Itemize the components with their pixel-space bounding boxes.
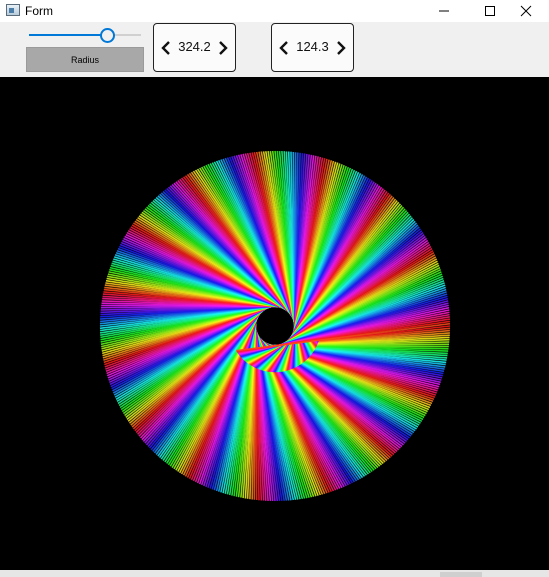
drawing-canvas[interactable] xyxy=(0,77,549,570)
scrollbar-thumb[interactable] xyxy=(440,572,482,577)
stepper2-prev-button[interactable] xyxy=(275,38,293,58)
window-title: Form xyxy=(25,4,53,18)
stepper1-next-button[interactable] xyxy=(214,38,232,58)
stepper2-next-button[interactable] xyxy=(332,38,350,58)
maximize-icon xyxy=(485,6,495,16)
stepper1-prev-button[interactable] xyxy=(157,38,175,58)
close-icon xyxy=(520,5,532,17)
spirograph-drawing xyxy=(99,150,451,502)
slider-fill xyxy=(29,34,108,36)
close-button[interactable] xyxy=(503,0,549,22)
title-bar: Form xyxy=(0,0,549,22)
chevron-left-icon xyxy=(279,41,288,55)
stepper2-value: 124.3 xyxy=(296,39,329,54)
stepper1-value: 324.2 xyxy=(178,39,211,54)
radius-slider[interactable] xyxy=(29,27,141,43)
value-stepper-1: 324.2 xyxy=(153,23,236,72)
chevron-left-icon xyxy=(161,41,170,55)
slider-thumb[interactable] xyxy=(100,28,116,43)
value-stepper-2: 124.3 xyxy=(271,23,354,72)
chevron-right-icon xyxy=(219,41,228,55)
horizontal-scrollbar[interactable] xyxy=(0,570,549,577)
minimize-button[interactable] xyxy=(421,0,467,22)
minimize-icon xyxy=(439,10,449,12)
radius-button[interactable]: Radius xyxy=(26,47,144,72)
chevron-right-icon xyxy=(337,41,346,55)
app-icon xyxy=(6,4,20,16)
